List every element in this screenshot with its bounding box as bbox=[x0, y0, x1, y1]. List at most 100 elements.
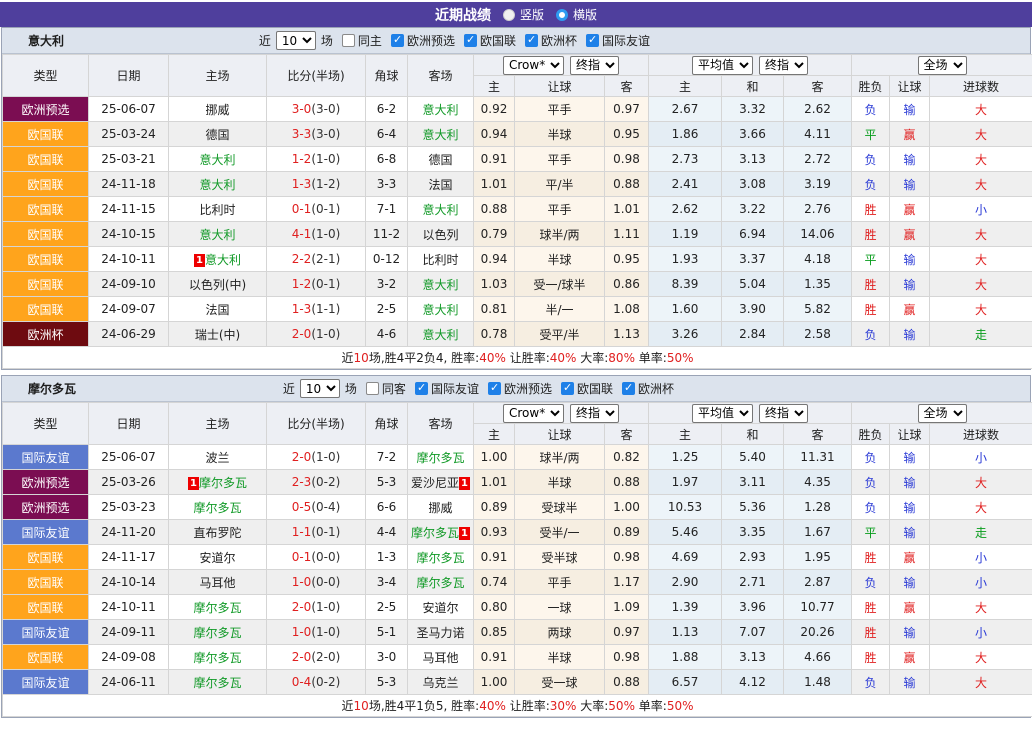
match-type-badge: 欧国联 bbox=[3, 570, 89, 595]
average-time-select[interactable]: 终指 bbox=[759, 56, 808, 75]
matches-label: 场 bbox=[321, 32, 333, 49]
avg-home: 1.97 bbox=[649, 470, 722, 495]
handicap-flag: 输 bbox=[890, 445, 930, 470]
red-card-badge: 1 bbox=[188, 477, 199, 490]
competition-checkbox-0[interactable] bbox=[391, 34, 404, 47]
match-score: 2-2(2-1) bbox=[267, 247, 366, 272]
team-label: 摩尔多瓦 bbox=[416, 576, 464, 590]
corner-count: 0-12 bbox=[366, 247, 408, 272]
col-odds-away: 客 bbox=[605, 424, 649, 445]
team-label: 马耳他 bbox=[199, 576, 235, 590]
recent-count-select[interactable]: 10 bbox=[276, 31, 316, 50]
team-label: 比利时 bbox=[199, 203, 235, 217]
average-source-select[interactable]: 平均值 bbox=[692, 404, 753, 423]
scope-select[interactable]: 全场 bbox=[918, 404, 967, 423]
odds-source-select[interactable]: Crow* bbox=[503, 56, 564, 75]
odds-handicap: 半球 bbox=[515, 470, 605, 495]
team-label: 乌克兰 bbox=[422, 676, 458, 690]
odds-source-select[interactable]: Crow* bbox=[503, 404, 564, 423]
odds-time-select[interactable]: 终指 bbox=[570, 404, 619, 423]
col-odds-home: 主 bbox=[474, 424, 515, 445]
team-label: 摩尔多瓦 bbox=[411, 526, 459, 540]
competition-checkbox-2[interactable] bbox=[525, 34, 538, 47]
odds-home: 0.91 bbox=[474, 147, 515, 172]
same-home-checkbox[interactable] bbox=[342, 34, 355, 47]
odds-handicap: 受球半 bbox=[515, 495, 605, 520]
result-flag: 负 bbox=[852, 670, 890, 695]
avg-draw: 3.22 bbox=[722, 197, 784, 222]
away-team: 摩尔多瓦1 bbox=[408, 520, 474, 545]
avg-draw: 3.37 bbox=[722, 247, 784, 272]
handicap-flag: 输 bbox=[890, 147, 930, 172]
full-time-score: 0-1 bbox=[292, 550, 312, 564]
match-type-badge: 欧国联 bbox=[3, 122, 89, 147]
odds-away: 0.88 bbox=[605, 670, 649, 695]
summary-segment: 单率: bbox=[635, 699, 667, 713]
avg-away: 2.58 bbox=[784, 322, 852, 347]
radio-checked-icon[interactable] bbox=[556, 9, 568, 21]
odds-time-select[interactable]: 终指 bbox=[570, 56, 619, 75]
odds-handicap: 一球 bbox=[515, 595, 605, 620]
half-time-score: (0-1) bbox=[311, 525, 340, 539]
half-time-score: (0-4) bbox=[311, 500, 340, 514]
avg-draw: 3.08 bbox=[722, 172, 784, 197]
goals-flag: 大 bbox=[930, 97, 1032, 122]
same-away-checkbox[interactable] bbox=[366, 382, 379, 395]
col-goals: 进球数 bbox=[930, 424, 1032, 445]
competition-checkbox-1[interactable] bbox=[464, 34, 477, 47]
radio-unchecked-icon[interactable] bbox=[503, 9, 515, 21]
competition-checkbox-2[interactable] bbox=[561, 382, 574, 395]
competition-checkbox-1[interactable] bbox=[488, 382, 501, 395]
competition-checkbox-3[interactable] bbox=[586, 34, 599, 47]
average-time-select[interactable]: 终指 bbox=[759, 404, 808, 423]
home-team: 意大利 bbox=[169, 172, 267, 197]
competition-checkbox-3[interactable] bbox=[622, 382, 635, 395]
odds-home: 1.01 bbox=[474, 470, 515, 495]
home-team: 摩尔多瓦 bbox=[169, 495, 267, 520]
summary-segment: 10 bbox=[354, 351, 369, 365]
team-label: 直布罗陀 bbox=[193, 526, 241, 540]
odds-handicap: 受一/球半 bbox=[515, 272, 605, 297]
home-team: 波兰 bbox=[169, 445, 267, 470]
odds-away: 1.11 bbox=[605, 222, 649, 247]
group-header-row: 类型 日期 主场 比分(半场) 角球 客场 Crow*终指 平均值终指 全场 bbox=[3, 55, 1032, 76]
col-corner: 角球 bbox=[366, 55, 408, 97]
half-time-score: (0-1) bbox=[311, 277, 340, 291]
corner-count: 6-4 bbox=[366, 122, 408, 147]
radio-vertical-layout[interactable]: 竖版 bbox=[503, 6, 544, 23]
goals-flag: 大 bbox=[930, 272, 1032, 297]
scope-select[interactable]: 全场 bbox=[918, 56, 967, 75]
avg-away: 14.06 bbox=[784, 222, 852, 247]
full-time-score: 2-2 bbox=[292, 252, 312, 266]
match-score: 1-2(0-1) bbox=[267, 272, 366, 297]
handicap-flag: 输 bbox=[890, 322, 930, 347]
summary-segment: 50% bbox=[608, 699, 635, 713]
match-date: 24-06-29 bbox=[89, 322, 169, 347]
average-source-select[interactable]: 平均值 bbox=[692, 56, 753, 75]
handicap-flag: 输 bbox=[890, 495, 930, 520]
match-row: 国际友谊24-09-11摩尔多瓦1-0(1-0)5-1圣马力诺0.85两球0.9… bbox=[3, 620, 1032, 645]
col-home: 主场 bbox=[169, 55, 267, 97]
team-label: 德国 bbox=[205, 128, 229, 142]
match-score: 2-0(1-0) bbox=[267, 595, 366, 620]
radio-horizontal-label: 横版 bbox=[573, 6, 597, 23]
odds-home: 0.94 bbox=[474, 122, 515, 147]
half-time-score: (2-1) bbox=[311, 252, 340, 266]
full-time-score: 1-2 bbox=[292, 152, 312, 166]
avg-home: 1.25 bbox=[649, 445, 722, 470]
team-label: 波兰 bbox=[205, 451, 229, 465]
competition-checkbox-0[interactable] bbox=[415, 382, 428, 395]
full-time-score: 1-1 bbox=[292, 525, 312, 539]
radio-horizontal-layout[interactable]: 横版 bbox=[556, 6, 597, 23]
summary-segment: 让胜率: bbox=[506, 699, 550, 713]
goals-flag: 大 bbox=[930, 595, 1032, 620]
team-name: 摩尔多瓦 bbox=[28, 380, 76, 397]
match-type-badge: 欧国联 bbox=[3, 247, 89, 272]
avg-draw: 3.96 bbox=[722, 595, 784, 620]
recent-count-select[interactable]: 10 bbox=[300, 379, 340, 398]
half-time-score: (0-0) bbox=[311, 575, 340, 589]
result-flag: 负 bbox=[852, 97, 890, 122]
odds-handicap: 球半/两 bbox=[515, 445, 605, 470]
full-time-score: 1-0 bbox=[292, 575, 312, 589]
home-team: 瑞士(中) bbox=[169, 322, 267, 347]
